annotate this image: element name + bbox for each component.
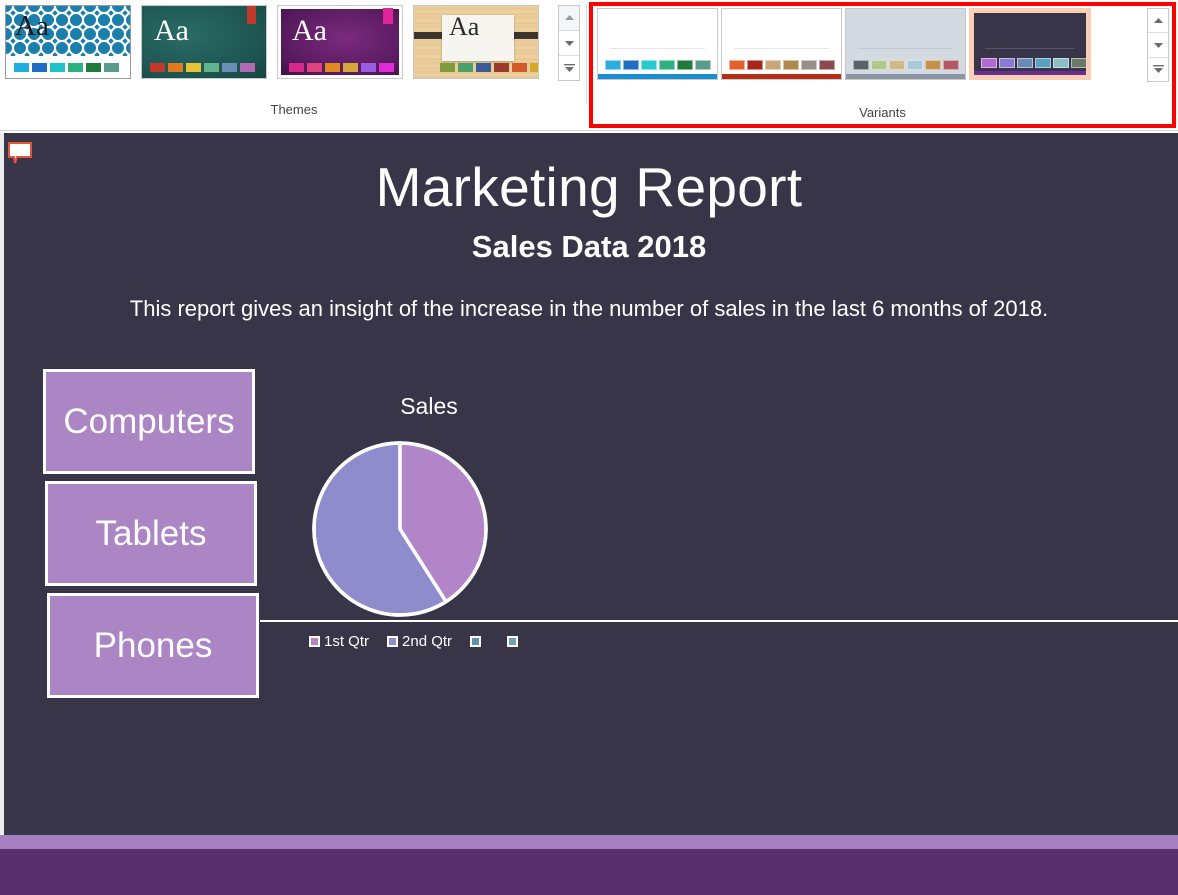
theme-swatch-row bbox=[14, 63, 119, 72]
pie-graphic bbox=[311, 440, 489, 618]
themes-scroll-controls[interactable] bbox=[558, 5, 580, 81]
theme-swatch-row bbox=[289, 63, 394, 72]
themes-scroll-up-button[interactable] bbox=[559, 6, 579, 31]
pie-svg bbox=[312, 441, 488, 617]
category-label: Tablets bbox=[95, 513, 207, 553]
variant-thumbnail-dark-purple[interactable] bbox=[969, 8, 1091, 80]
theme-thumbnail-blue-tile[interactable]: Aa bbox=[5, 5, 131, 79]
themes-gallery[interactable]: Aa Aa Aa Aa bbox=[5, 5, 552, 81]
variants-gallery[interactable] bbox=[597, 8, 1091, 82]
variants-group: Variants bbox=[589, 2, 1176, 128]
theme-accent-tab bbox=[247, 6, 256, 24]
variant-text-line bbox=[985, 47, 1075, 49]
slide-description[interactable]: This report gives an insight of the incr… bbox=[0, 296, 1178, 322]
variant-swatch-row bbox=[729, 60, 836, 70]
variant-thumbnail-blue[interactable] bbox=[597, 8, 719, 80]
variants-scroll-controls[interactable] bbox=[1147, 8, 1169, 82]
variants-more-button[interactable] bbox=[1148, 58, 1168, 81]
variants-group-label: Variants bbox=[859, 105, 906, 120]
chart-title: Sales bbox=[400, 393, 458, 419]
slide-canvas[interactable]: Marketing Report Sales Data 2018 This re… bbox=[0, 133, 1178, 895]
group-divider bbox=[586, 4, 587, 104]
variant-accent-bar bbox=[722, 74, 842, 79]
legend-swatch bbox=[387, 636, 399, 647]
slide-accent-bar-dark bbox=[0, 849, 1178, 895]
category-label: Computers bbox=[63, 401, 235, 441]
theme-aa-label: Aa bbox=[154, 14, 189, 47]
category-box-tablets[interactable]: Tablets bbox=[45, 481, 257, 586]
variant-thumbnail-gray[interactable] bbox=[845, 8, 967, 80]
theme-accent-tab bbox=[383, 8, 393, 24]
variant-text-line bbox=[857, 48, 954, 50]
sales-pie-chart[interactable]: Sales 1st Qtr 2nd Qtr bbox=[259, 383, 1178, 663]
chart-legend: 1st Qtr 2nd Qtr bbox=[309, 633, 544, 650]
legend-swatch bbox=[507, 636, 519, 647]
legend-item-1st-qtr: 1st Qtr bbox=[309, 633, 369, 650]
variant-accent-bar bbox=[974, 71, 1086, 75]
variant-accent-bar bbox=[598, 74, 718, 79]
chart-plot-divider bbox=[260, 620, 1178, 622]
slide-title[interactable]: Marketing Report bbox=[0, 155, 1178, 219]
category-box-computers[interactable]: Computers bbox=[43, 369, 255, 474]
variant-accent-bar bbox=[846, 74, 966, 79]
slide-accent-bar-light bbox=[0, 835, 1178, 849]
theme-aa-label: Aa bbox=[15, 10, 49, 42]
theme-thumbnail-wood-paper[interactable]: Aa bbox=[413, 5, 539, 79]
legend-swatch bbox=[309, 636, 320, 647]
theme-swatch-row bbox=[440, 63, 538, 72]
legend-item-3rd-qtr bbox=[470, 636, 485, 647]
themes-scroll-down-button[interactable] bbox=[559, 31, 579, 56]
legend-label: 2nd Qtr bbox=[402, 633, 453, 650]
legend-label: 1st Qtr bbox=[324, 633, 370, 650]
themes-group-label: Themes bbox=[270, 102, 318, 117]
variant-text-line bbox=[609, 48, 706, 50]
variant-text-line bbox=[733, 48, 830, 50]
theme-aa-label: Aa bbox=[449, 12, 480, 41]
variants-scroll-up-button[interactable] bbox=[1148, 9, 1168, 34]
variants-scroll-down-button[interactable] bbox=[1148, 33, 1168, 58]
themes-group: Aa Aa Aa Aa Themes bbox=[0, 0, 588, 130]
variant-thumbnail-red[interactable] bbox=[721, 8, 843, 80]
legend-item-4th-qtr bbox=[507, 636, 522, 647]
themes-more-button[interactable] bbox=[559, 56, 579, 80]
variant-swatch-row bbox=[605, 60, 711, 70]
category-box-phones[interactable]: Phones bbox=[47, 593, 259, 698]
legend-swatch bbox=[470, 636, 482, 647]
theme-aa-label: Aa bbox=[292, 14, 327, 47]
theme-swatch-row bbox=[150, 63, 255, 72]
variant-swatch-row bbox=[981, 58, 1087, 68]
legend-item-2nd-qtr: 2nd Qtr bbox=[387, 633, 452, 650]
ribbon-design-tab: Aa Aa Aa Aa Themes Variants bbox=[0, 0, 1178, 131]
slide-subtitle[interactable]: Sales Data 2018 bbox=[0, 229, 1178, 265]
theme-thumbnail-teal-chalk[interactable]: Aa bbox=[141, 5, 267, 79]
category-label: Phones bbox=[93, 625, 213, 665]
variant-swatch-row bbox=[853, 60, 960, 70]
theme-thumbnail-purple[interactable]: Aa bbox=[277, 5, 403, 79]
